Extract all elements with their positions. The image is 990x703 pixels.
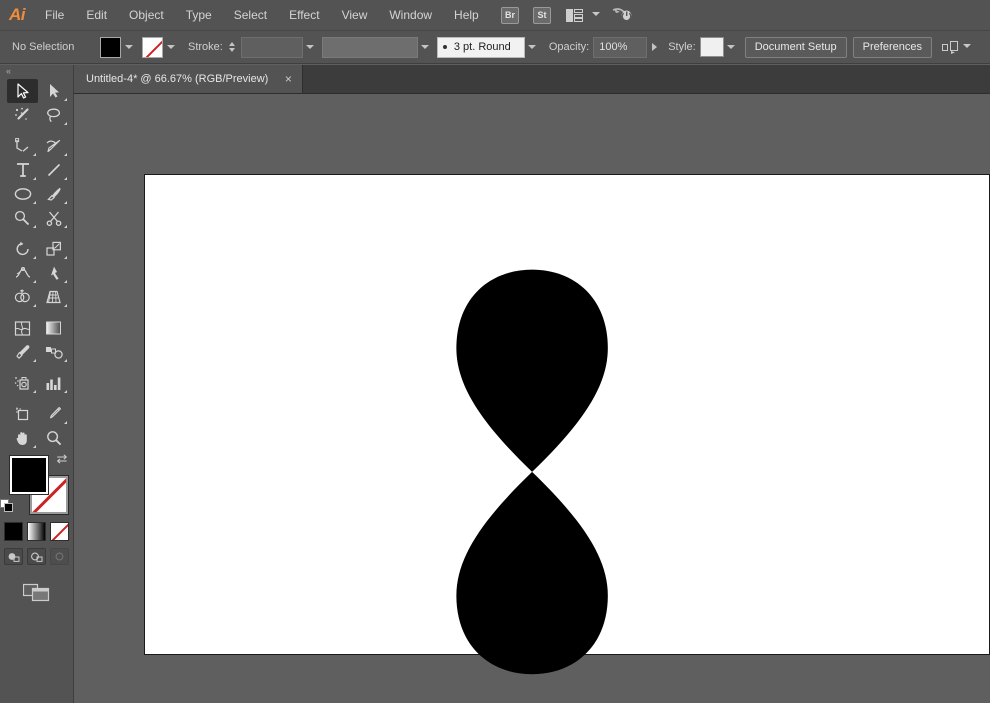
draw-mode-buttons xyxy=(0,548,73,565)
color-fill-button[interactable] xyxy=(4,522,23,541)
chevron-down-icon[interactable] xyxy=(592,11,601,20)
artboard[interactable] xyxy=(144,174,990,655)
menu-help[interactable]: Help xyxy=(443,0,490,30)
opacity-input[interactable]: 100% xyxy=(593,36,648,58)
shape-builder-tool[interactable] xyxy=(7,285,38,309)
collapse-panel-button[interactable]: « xyxy=(0,65,73,77)
swap-fill-stroke-icon[interactable]: ⇄ xyxy=(55,452,70,467)
opacity-expand-icon[interactable] xyxy=(647,37,661,58)
change-screen-mode-button[interactable] xyxy=(22,581,50,607)
stroke-dropdown-icon[interactable] xyxy=(163,37,178,58)
draw-inside-mode[interactable] xyxy=(50,548,69,565)
draw-behind-mode[interactable] xyxy=(27,548,46,565)
draw-normal-mode[interactable] xyxy=(4,548,23,565)
rotate-tool[interactable] xyxy=(7,237,38,261)
document-tab[interactable]: Untitled-4* @ 66.67% (RGB/Preview) × xyxy=(74,65,304,93)
menu-window[interactable]: Window xyxy=(378,0,443,30)
free-transform-tool[interactable] xyxy=(38,261,69,285)
line-segment-tool[interactable] xyxy=(38,158,69,182)
menu-file[interactable]: File xyxy=(34,0,75,30)
fill-color-swatch[interactable] xyxy=(9,456,48,494)
style-dropdown-icon[interactable] xyxy=(724,37,739,58)
brush-definition-dropdown-icon[interactable] xyxy=(525,37,540,58)
align-to-icon xyxy=(941,40,958,54)
stock-icon[interactable]: St xyxy=(531,6,553,24)
direct-selection-tool[interactable] xyxy=(38,79,69,103)
tool-grid xyxy=(0,77,73,450)
variable-width-profile-select[interactable] xyxy=(321,36,418,58)
canvas-area[interactable] xyxy=(74,94,990,703)
graphic-style-control[interactable] xyxy=(699,37,739,58)
hand-tool[interactable] xyxy=(7,426,38,450)
brush-preview-dot xyxy=(442,45,447,49)
magic-wand-tool[interactable] xyxy=(7,103,38,127)
arrange-documents-icon[interactable] xyxy=(563,6,585,24)
selection-status-label: No Selection xyxy=(12,41,75,53)
zoom-tool[interactable] xyxy=(38,426,69,450)
lasso-tool[interactable] xyxy=(38,103,69,127)
document-tab-bar: Untitled-4* @ 66.67% (RGB/Preview) × xyxy=(74,65,990,94)
document-setup-button[interactable]: Document Setup xyxy=(744,36,847,58)
preferences-button[interactable]: Preferences xyxy=(852,36,932,58)
screen-mode-section xyxy=(0,581,73,607)
style-swatch[interactable] xyxy=(699,37,724,57)
align-control[interactable] xyxy=(941,40,972,55)
menu-type[interactable]: Type xyxy=(175,0,223,30)
mesh-tool[interactable] xyxy=(7,316,38,340)
scissors-tool[interactable] xyxy=(38,206,69,230)
color-controls: ⇄ xyxy=(0,452,70,516)
tools-panel: « ⇄ xyxy=(0,65,74,703)
stroke-weight-dropdown-icon[interactable] xyxy=(303,37,318,58)
gradient-tool[interactable] xyxy=(38,316,69,340)
default-fill-stroke-icon[interactable] xyxy=(0,499,15,514)
menu-select[interactable]: Select xyxy=(223,0,278,30)
brush-definition-label: 3 pt. Round xyxy=(453,41,511,53)
control-bar: No Selection Stroke: 3 pt. Round Opacity… xyxy=(0,30,990,64)
paintbrush-tool[interactable] xyxy=(38,182,69,206)
blend-tool[interactable] xyxy=(38,340,69,364)
none-fill-button[interactable] xyxy=(50,522,69,541)
curvature-tool[interactable] xyxy=(38,134,69,158)
selection-tool[interactable] xyxy=(7,79,38,103)
symbol-sprayer-tool[interactable] xyxy=(7,371,38,395)
fill-mode-buttons xyxy=(0,522,73,541)
scale-tool[interactable] xyxy=(38,237,69,261)
width-tool[interactable] xyxy=(7,261,38,285)
document-tab-title: Untitled-4* @ 66.67% (RGB/Preview) xyxy=(86,73,269,85)
variable-width-dropdown-icon[interactable] xyxy=(418,37,433,58)
stroke-weight-label: Stroke: xyxy=(188,41,223,53)
stroke-weight-stepper[interactable] xyxy=(227,37,238,58)
style-label: Style: xyxy=(668,41,696,53)
eyedropper-tool[interactable] xyxy=(7,340,38,364)
menu-edit[interactable]: Edit xyxy=(75,0,118,30)
menu-effect[interactable]: Effect xyxy=(278,0,330,30)
bridge-icon[interactable]: Br xyxy=(499,6,521,24)
menu-object[interactable]: Object xyxy=(118,0,175,30)
align-dropdown-icon[interactable] xyxy=(962,43,972,52)
illustrator-window: Ai File Edit Object Type Select Effect V… xyxy=(0,0,990,703)
menu-view[interactable]: View xyxy=(331,0,379,30)
ellipse-tool[interactable] xyxy=(7,182,38,206)
gradient-fill-button[interactable] xyxy=(27,522,46,541)
stroke-swatch[interactable] xyxy=(142,36,163,58)
menu-bar: Ai File Edit Object Type Select Effect V… xyxy=(0,0,990,30)
illustrator-logo-icon: Ai xyxy=(9,5,26,24)
stroke-weight-input[interactable] xyxy=(240,36,303,58)
opacity-label: Opacity: xyxy=(548,41,590,53)
type-tool[interactable] xyxy=(7,158,38,182)
brush-definition-select[interactable]: 3 pt. Round xyxy=(436,36,525,58)
search-adobe-icon[interactable] xyxy=(611,6,633,24)
shaper-tool[interactable] xyxy=(7,206,38,230)
fill-color-control[interactable] xyxy=(100,36,136,58)
fill-dropdown-icon[interactable] xyxy=(121,37,136,58)
slice-tool[interactable] xyxy=(38,402,69,426)
menu-bar-right-icons: Br St xyxy=(494,0,990,30)
close-icon[interactable]: × xyxy=(282,73,294,85)
column-graph-tool[interactable] xyxy=(38,371,69,395)
pen-tool[interactable] xyxy=(7,134,38,158)
stroke-color-control[interactable] xyxy=(142,36,178,58)
perspective-grid-tool[interactable] xyxy=(38,285,69,309)
artboard-tool[interactable] xyxy=(7,402,38,426)
fill-swatch[interactable] xyxy=(100,36,121,58)
